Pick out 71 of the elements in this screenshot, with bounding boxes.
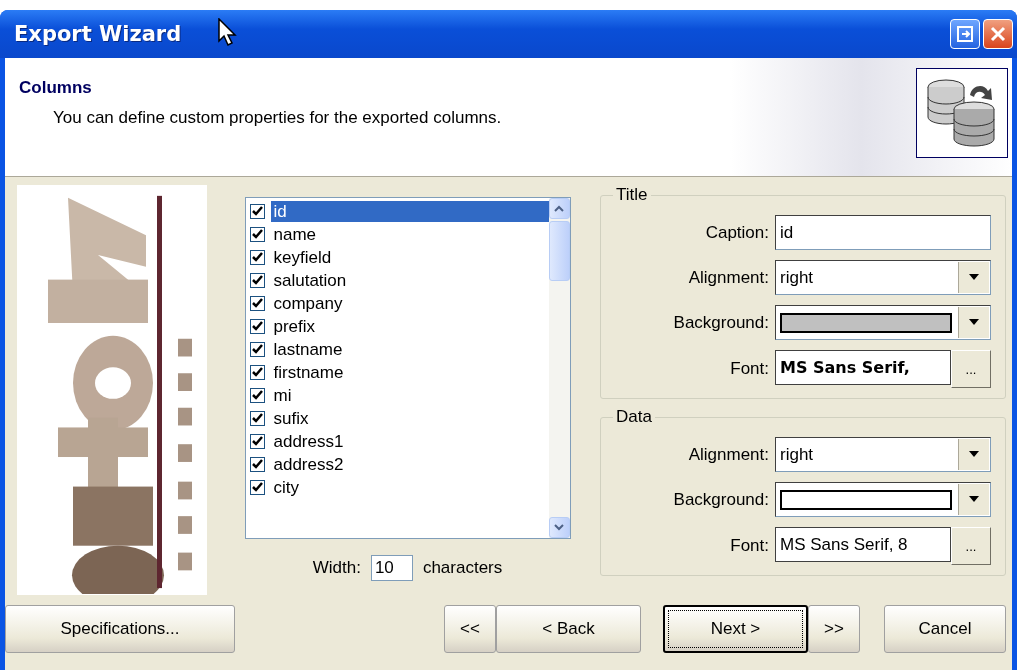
checkbox[interactable]: [249, 434, 265, 449]
dropdown-arrow-icon: [968, 496, 980, 503]
field-label: Font:: [730, 359, 769, 379]
restore-button[interactable]: [950, 19, 980, 49]
list-item[interactable]: sufix: [270, 408, 312, 429]
caret-down-icon: [554, 524, 564, 531]
checkbox[interactable]: [249, 457, 265, 472]
checkbox[interactable]: [249, 296, 265, 311]
list-item[interactable]: mi: [270, 385, 295, 406]
dropdown-arrow-icon: [968, 319, 980, 326]
list-item[interactable]: company: [270, 293, 346, 314]
scrollbar-thumb[interactable]: [548, 221, 570, 281]
window-icon: [957, 26, 973, 42]
field-label: Caption:: [705, 222, 769, 243]
field-label: Background:: [673, 489, 769, 510]
list-item[interactable]: id: [270, 201, 549, 222]
caret-up-icon: [554, 205, 564, 212]
column-list[interactable]: id name keyfield salutation company prefix lastname firstname mi sufix address1 address2 city: [244, 197, 571, 539]
wizard-button[interactable]: Next >: [663, 605, 808, 653]
width-field[interactable]: 10: [370, 555, 413, 581]
field-label: Background:: [673, 312, 769, 333]
font-field: MS Sans Serif,: [775, 350, 951, 385]
page-title: Columns: [19, 78, 93, 98]
checkbox[interactable]: [249, 319, 265, 334]
list-item[interactable]: address1: [270, 431, 347, 452]
window-title: Export Wizard: [14, 22, 182, 46]
list-item[interactable]: keyfield: [270, 247, 335, 268]
field-label: Alignment:: [688, 267, 769, 288]
scroll-up-button[interactable]: [548, 198, 570, 219]
unit-label: characters: [422, 558, 503, 578]
close-icon: [990, 26, 1006, 42]
checkbox[interactable]: [249, 342, 265, 357]
width-label: Width:: [312, 558, 361, 578]
caption-field[interactable]: id: [775, 215, 991, 250]
list-item[interactable]: city: [270, 477, 302, 498]
list-item[interactable]: prefix: [270, 316, 319, 337]
mouse-pointer-icon: [218, 18, 240, 48]
checkbox[interactable]: [249, 250, 265, 265]
dropdown-arrow-icon: [968, 451, 980, 458]
checkbox[interactable]: [249, 204, 265, 219]
color-dropdown[interactable]: [775, 482, 991, 517]
close-button[interactable]: [983, 19, 1013, 49]
wizard-button[interactable]: <<: [444, 605, 496, 653]
list-item[interactable]: salutation: [270, 270, 350, 291]
wizard-button[interactable]: Cancel: [884, 605, 1006, 653]
group-title: Title: [615, 185, 649, 205]
list-item[interactable]: firstname: [270, 362, 347, 383]
color-dropdown[interactable]: [775, 305, 991, 340]
font-field: MS Sans Serif, 8: [775, 527, 951, 562]
page-description: You can define custom properties for the exported columns.: [53, 108, 503, 128]
checkbox[interactable]: [249, 388, 265, 403]
alignment-dropdown[interactable]: right: [775, 437, 991, 472]
wizard-button[interactable]: >>: [808, 605, 860, 653]
list-item[interactable]: lastname: [270, 339, 346, 360]
checkbox[interactable]: [249, 365, 265, 380]
browse-font-button[interactable]: ...: [951, 350, 991, 388]
checkbox[interactable]: [249, 227, 265, 242]
field-label: Font:: [730, 536, 769, 556]
alignment-dropdown[interactable]: right: [775, 260, 991, 295]
browse-font-button[interactable]: ...: [951, 527, 991, 565]
field-label: Alignment:: [688, 444, 769, 465]
scroll-down-button[interactable]: [548, 517, 570, 538]
list-item[interactable]: name: [270, 224, 320, 245]
wizard-button[interactable]: < Back: [496, 605, 641, 653]
wizard-button[interactable]: Specifications...: [5, 605, 235, 653]
checkbox[interactable]: [249, 480, 265, 495]
group-title: Data: [615, 407, 653, 427]
dropdown-arrow-icon: [968, 274, 980, 281]
list-item[interactable]: address2: [270, 454, 347, 475]
checkbox[interactable]: [249, 411, 265, 426]
checkbox[interactable]: [249, 273, 265, 288]
